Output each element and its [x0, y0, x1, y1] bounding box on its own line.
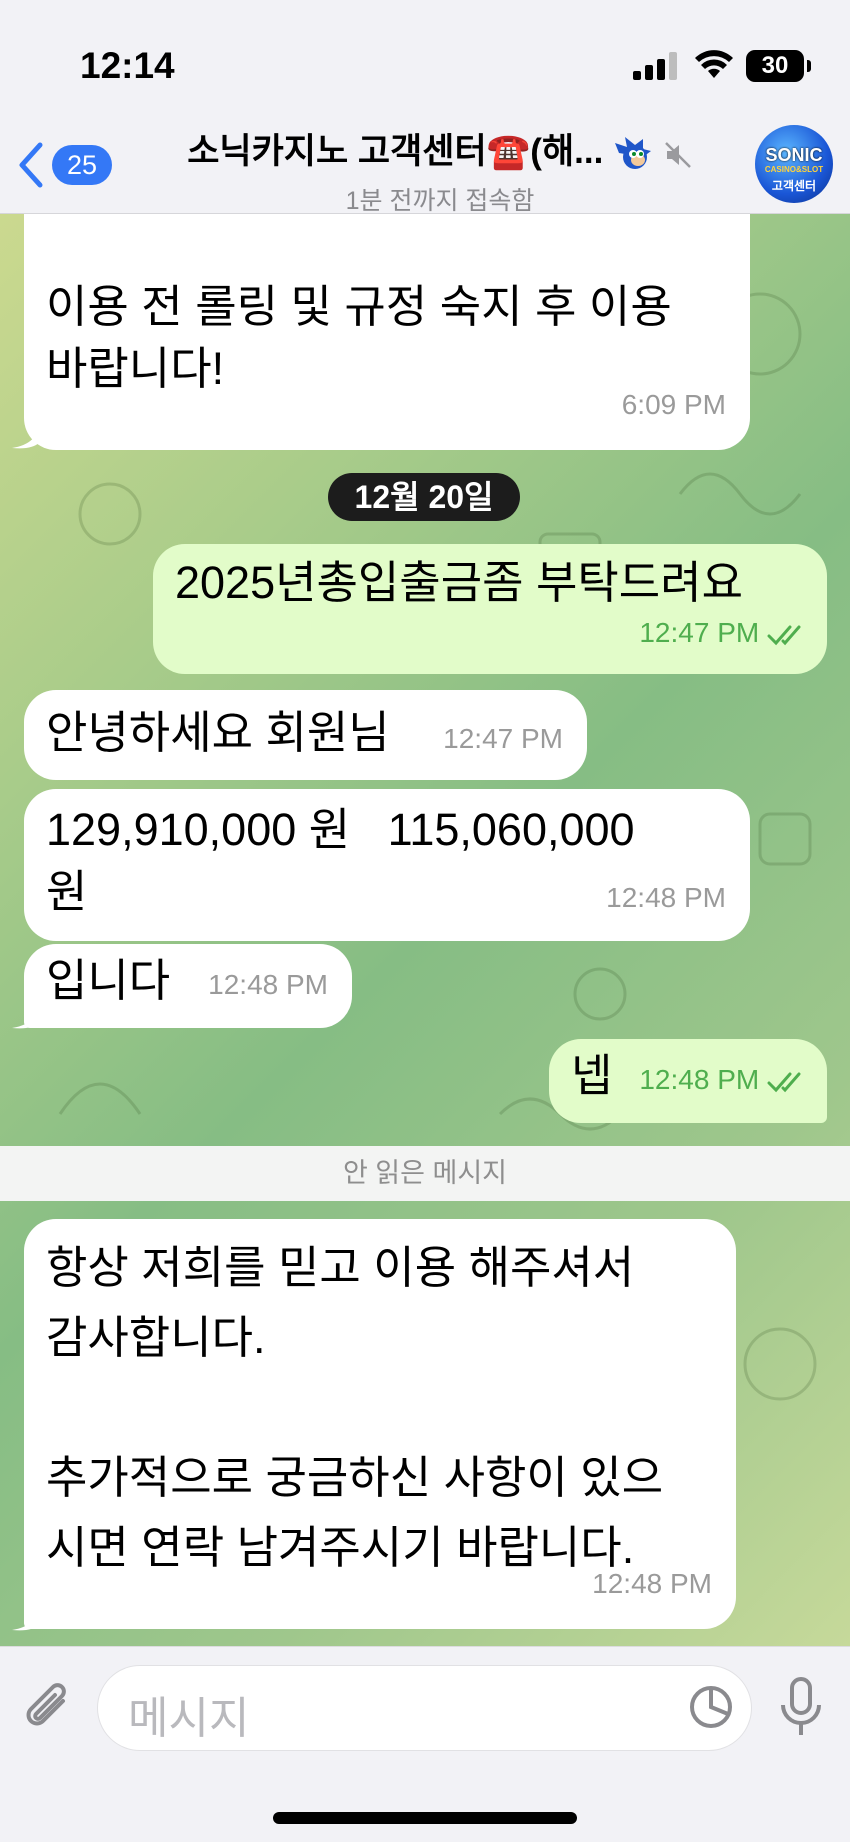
message-input[interactable]: 메시지: [97, 1665, 752, 1751]
wifi-icon: [695, 50, 733, 78]
message-time: 12:48 PM: [639, 1064, 760, 1095]
bubble-tail: [12, 422, 40, 449]
chat-title-area[interactable]: 소닉카지노 고객센터☎️(해... 1분 전까지 접속함: [160, 123, 720, 217]
muted-icon: [664, 141, 691, 168]
chat-header: 25 소닉카지노 고객센터☎️(해... 1분 전까지 접속함: [0, 115, 850, 217]
sticker-icon[interactable]: [688, 1684, 734, 1730]
back-button[interactable]: 25: [14, 137, 112, 193]
unread-messages-divider: 안 읽은 메시지: [0, 1146, 850, 1201]
chat-title: 소닉카지노 고객센터☎️(해...: [187, 132, 604, 171]
message-bubble-outgoing[interactable]: 2025년총입출금좀 부탁드려요 12:47 PM: [153, 544, 827, 674]
message-list[interactable]: 이용 전 롤링 및 규정 숙지 후 이용 바랍니다! 6:09 PM 12월 2…: [0, 214, 850, 1646]
double-check-icon: [767, 625, 801, 645]
message-time: 12:48 PM: [606, 882, 726, 913]
status-time: 12:14: [80, 45, 175, 86]
message-text: 이용 전 롤링 및 규정 숙지 후 이용 바랍니다!: [46, 281, 672, 394]
paperclip-icon[interactable]: [25, 1679, 75, 1737]
date-separator: 12월 20일: [328, 473, 520, 521]
chat-avatar[interactable]: SONIC CASINO&SLOT 고객센터: [755, 125, 833, 203]
message-time: 12:48 PM: [592, 1568, 712, 1599]
bubble-tail: [12, 1604, 40, 1631]
message-time: 12:47 PM: [639, 617, 760, 648]
bubble-tail: [12, 1002, 40, 1029]
message-time: 12:48 PM: [208, 969, 328, 1000]
sonic-emoji-icon: [615, 136, 652, 169]
last-seen-status: 1분 전까지 접속함: [345, 186, 535, 215]
message-input-placeholder: 메시지: [128, 1694, 250, 1743]
status-bar: 12:14 30: [0, 0, 850, 115]
message-text: 넵: [571, 1050, 613, 1101]
chevron-left-icon: [19, 142, 43, 188]
message-text: 129,910,000 원 115,060,000 원: [46, 804, 635, 917]
message-bubble-incoming[interactable]: 이용 전 롤링 및 규정 숙지 후 이용 바랍니다! 6:09 PM: [24, 214, 750, 450]
message-bubble-outgoing[interactable]: 넵 12:48 PM: [549, 1039, 827, 1123]
message-time: 6:09 PM: [621, 389, 726, 420]
message-text: 안녕하세요 회원님: [46, 707, 390, 758]
message-bubble-incoming[interactable]: 129,910,000 원 115,060,000 원 12:48 PM: [24, 789, 750, 941]
unread-count-badge: 25: [52, 145, 112, 185]
message-text: 항상 저희를 믿고 이용 해주셔서 감사합니다. 추가적으로 궁금하신 사항이 …: [46, 1242, 664, 1573]
message-bubble-incoming[interactable]: 안녕하세요 회원님 12:47 PM: [24, 690, 587, 780]
cellular-signal-icon: [633, 52, 678, 80]
message-text: 입니다: [46, 955, 171, 1006]
message-bubble-incoming[interactable]: 항상 저희를 믿고 이용 해주셔서 감사합니다. 추가적으로 궁금하신 사항이 …: [24, 1219, 736, 1629]
home-indicator: [273, 1812, 577, 1824]
battery-indicator: 30: [746, 50, 811, 82]
microphone-icon[interactable]: [778, 1675, 824, 1739]
message-bubble-incoming[interactable]: 입니다 12:48 PM: [24, 944, 352, 1028]
message-time: 12:47 PM: [443, 723, 563, 754]
double-check-icon: [767, 1072, 801, 1092]
